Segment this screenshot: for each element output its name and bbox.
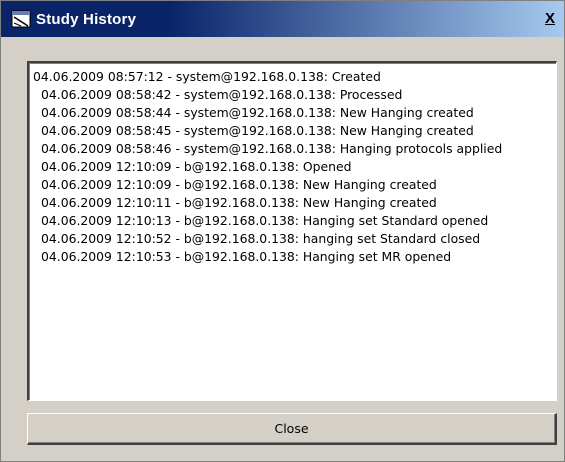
log-entry: 04.06.2009 12:10:09 - b@192.168.0.138: N… — [41, 177, 437, 192]
log-entry: 04.06.2009 08:58:45 - system@192.168.0.1… — [41, 123, 474, 138]
log-entry: 04.06.2009 08:58:46 - system@192.168.0.1… — [41, 141, 503, 156]
title-bar[interactable]: Study History X — [1, 1, 564, 37]
log-entry: 04.06.2009 08:58:42 - system@192.168.0.1… — [41, 87, 403, 102]
app-window-icon — [11, 9, 31, 29]
log-entry: 04.06.2009 12:10:09 - b@192.168.0.138: O… — [41, 159, 352, 174]
log-entry: 04.06.2009 12:10:11 - b@192.168.0.138: N… — [41, 195, 437, 210]
log-entry: 04.06.2009 12:10:52 - b@192.168.0.138: h… — [41, 231, 481, 246]
log-entry: 04.06.2009 12:10:53 - b@192.168.0.138: H… — [41, 249, 452, 264]
log-entry: 04.06.2009 12:10:13 - b@192.168.0.138: H… — [41, 213, 489, 228]
close-icon[interactable]: X — [542, 11, 558, 27]
study-history-dialog: Study History X 04.06.2009 08:57:12 - sy… — [0, 0, 565, 462]
log-entry: 04.06.2009 08:58:44 - system@192.168.0.1… — [41, 105, 474, 120]
log-entry: 04.06.2009 08:57:12 - system@192.168.0.1… — [33, 69, 381, 84]
history-log-list[interactable]: 04.06.2009 08:57:12 - system@192.168.0.1… — [27, 61, 557, 401]
window-title: Study History — [36, 10, 137, 28]
close-button[interactable]: Close — [27, 413, 557, 445]
